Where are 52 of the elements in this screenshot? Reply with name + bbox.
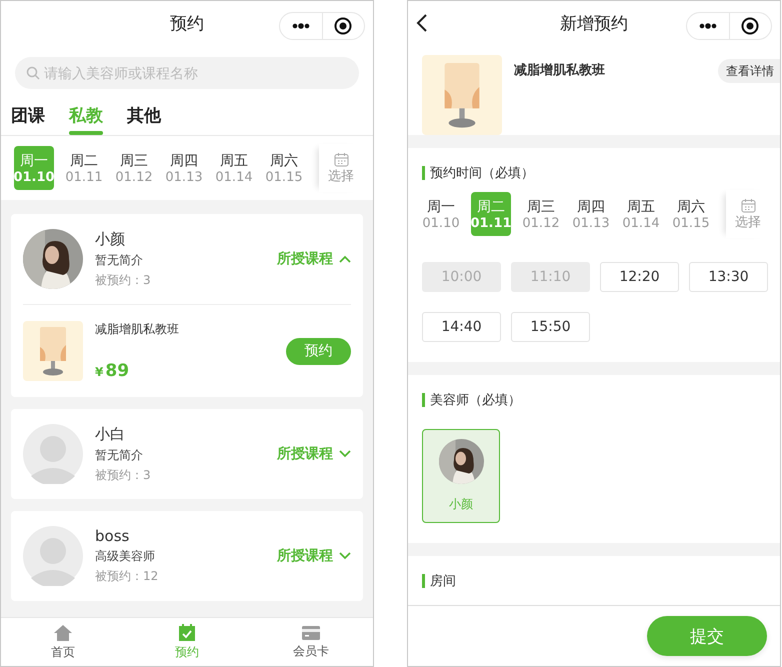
avatar-icon <box>23 424 83 484</box>
teacher-intro: 暂无简介 <box>95 252 144 268</box>
time-slot[interactable]: 15:50 <box>511 312 590 342</box>
chevron-down-icon <box>339 552 351 560</box>
calendar-check-icon <box>178 623 196 642</box>
booking-count: 被预约：3 <box>95 466 152 484</box>
day-tab[interactable]: 周四 01.13 <box>571 192 611 236</box>
day-tab[interactable]: 周五 01.14 <box>621 192 661 236</box>
time-slot[interactable]: 13:30 <box>689 262 768 292</box>
course-price: ¥89 <box>95 361 130 381</box>
day-tab[interactable]: 周四 01.13 <box>164 146 204 190</box>
page-title: 预约 <box>169 12 205 34</box>
calendar-icon <box>334 152 348 166</box>
avatar-icon <box>23 526 83 586</box>
course-name: 减脂增肌私教班 <box>514 62 606 80</box>
day-tab[interactable]: 周六 01.15 <box>264 146 304 190</box>
category-tab[interactable]: 团课 <box>11 100 45 135</box>
teacher-name: 小颜 <box>95 230 126 248</box>
course-name: 减脂增肌私教班 <box>95 321 180 338</box>
day-tab[interactable]: 周三 01.12 <box>521 192 561 236</box>
booking-count: 被预约：12 <box>95 568 160 585</box>
search-icon <box>26 66 40 80</box>
category-tab[interactable]: 其他 <box>127 100 161 135</box>
day-tab[interactable]: 周六 01.15 <box>671 192 711 236</box>
time-slot[interactable]: 12:20 <box>600 262 679 292</box>
card-icon <box>301 624 321 640</box>
day-tab[interactable]: 周二 01.11 <box>64 146 104 190</box>
time-slot[interactable]: 14:40 <box>422 312 501 342</box>
day-tab[interactable]: 周五 01.14 <box>214 146 254 190</box>
back-icon[interactable] <box>416 13 428 33</box>
section-title: 房间 <box>430 573 456 590</box>
teacher-intro: 高级美容师 <box>95 548 156 565</box>
teacher-name: boss <box>95 527 130 545</box>
chevron-up-icon <box>339 255 351 263</box>
more-icon[interactable] <box>698 23 717 29</box>
page-title: 新增预约 <box>559 12 629 34</box>
more-icon[interactable] <box>292 23 310 29</box>
chevron-down-icon <box>339 450 351 458</box>
home-icon <box>53 624 73 642</box>
details-button[interactable]: 查看详情 <box>718 59 780 83</box>
booking-count: 被预约：3 <box>95 272 152 288</box>
section-title: 美容师（必填） <box>430 392 521 409</box>
day-tab[interactable]: 周三 01.12 <box>114 146 154 190</box>
day-tab[interactable]: 周一 01.10 <box>421 192 461 236</box>
nav-item[interactable]: 首页 <box>1 618 125 666</box>
target-icon[interactable] <box>741 17 760 35</box>
section-title: 预约时间（必填） <box>430 165 534 182</box>
teacher-intro: 暂无简介 <box>95 446 144 464</box>
calendar-icon <box>740 198 756 212</box>
nav-item[interactable]: 会员卡 <box>249 618 373 666</box>
teacher-name: 小白 <box>95 424 126 444</box>
target-icon[interactable] <box>334 17 352 35</box>
